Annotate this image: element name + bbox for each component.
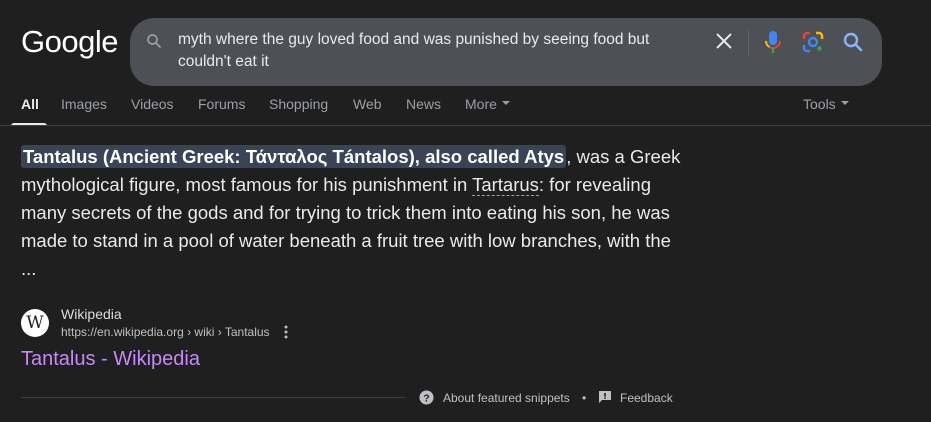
footer-separator: • (582, 391, 587, 405)
microphone-icon[interactable] (762, 29, 784, 55)
tartarus-link[interactable]: Tartarus (472, 174, 539, 196)
header-divider (0, 125, 931, 126)
search-divider (748, 30, 749, 56)
tab-more-label: More (465, 96, 497, 112)
search-input[interactable]: myth where the guy loved food and was pu… (178, 29, 698, 73)
tools-button[interactable]: Tools (803, 96, 849, 112)
caret-down-icon (501, 101, 510, 106)
clear-icon[interactable] (713, 30, 735, 52)
feedback-link[interactable]: Feedback (620, 391, 673, 405)
tab-news[interactable]: News (406, 96, 441, 112)
tab-shopping[interactable]: Shopping (269, 96, 328, 112)
help-icon: ? (419, 390, 434, 405)
result-title-link[interactable]: Tantalus - Wikipedia (21, 348, 200, 371)
tools-label: Tools (803, 96, 836, 112)
caret-down-icon (840, 101, 849, 106)
lens-icon[interactable] (801, 30, 825, 54)
snippet-highlight: Tantalus (Ancient Greek: Τάνταλος Tántal… (21, 145, 567, 168)
more-options-icon[interactable] (281, 324, 291, 340)
search-tabs: All Images Videos Forums Shopping Web Ne… (0, 96, 931, 126)
footer-divider (21, 397, 405, 398)
feedback-icon (599, 391, 611, 403)
search-submit-icon[interactable] (841, 30, 865, 54)
about-featured-snippets-link[interactable]: About featured snippets (443, 391, 570, 405)
tab-web[interactable]: Web (353, 96, 382, 112)
search-icon (147, 34, 161, 48)
featured-snippet: Tantalus (Ancient Greek: Τάνταλος Tántal… (21, 143, 681, 283)
tab-all[interactable]: All (21, 96, 39, 112)
source-name[interactable]: Wikipedia (61, 306, 122, 322)
tab-more[interactable]: More (465, 96, 510, 112)
tab-images[interactable]: Images (61, 96, 107, 112)
wikipedia-favicon[interactable]: W (21, 309, 49, 337)
google-logo[interactable]: Google (21, 24, 118, 60)
search-box[interactable]: myth where the guy loved food and was pu… (130, 18, 882, 86)
tab-videos[interactable]: Videos (131, 96, 174, 112)
svg-text:?: ? (423, 393, 429, 404)
tab-forums[interactable]: Forums (198, 96, 245, 112)
source-url[interactable]: https://en.wikipedia.org › wiki › Tantal… (61, 325, 270, 339)
